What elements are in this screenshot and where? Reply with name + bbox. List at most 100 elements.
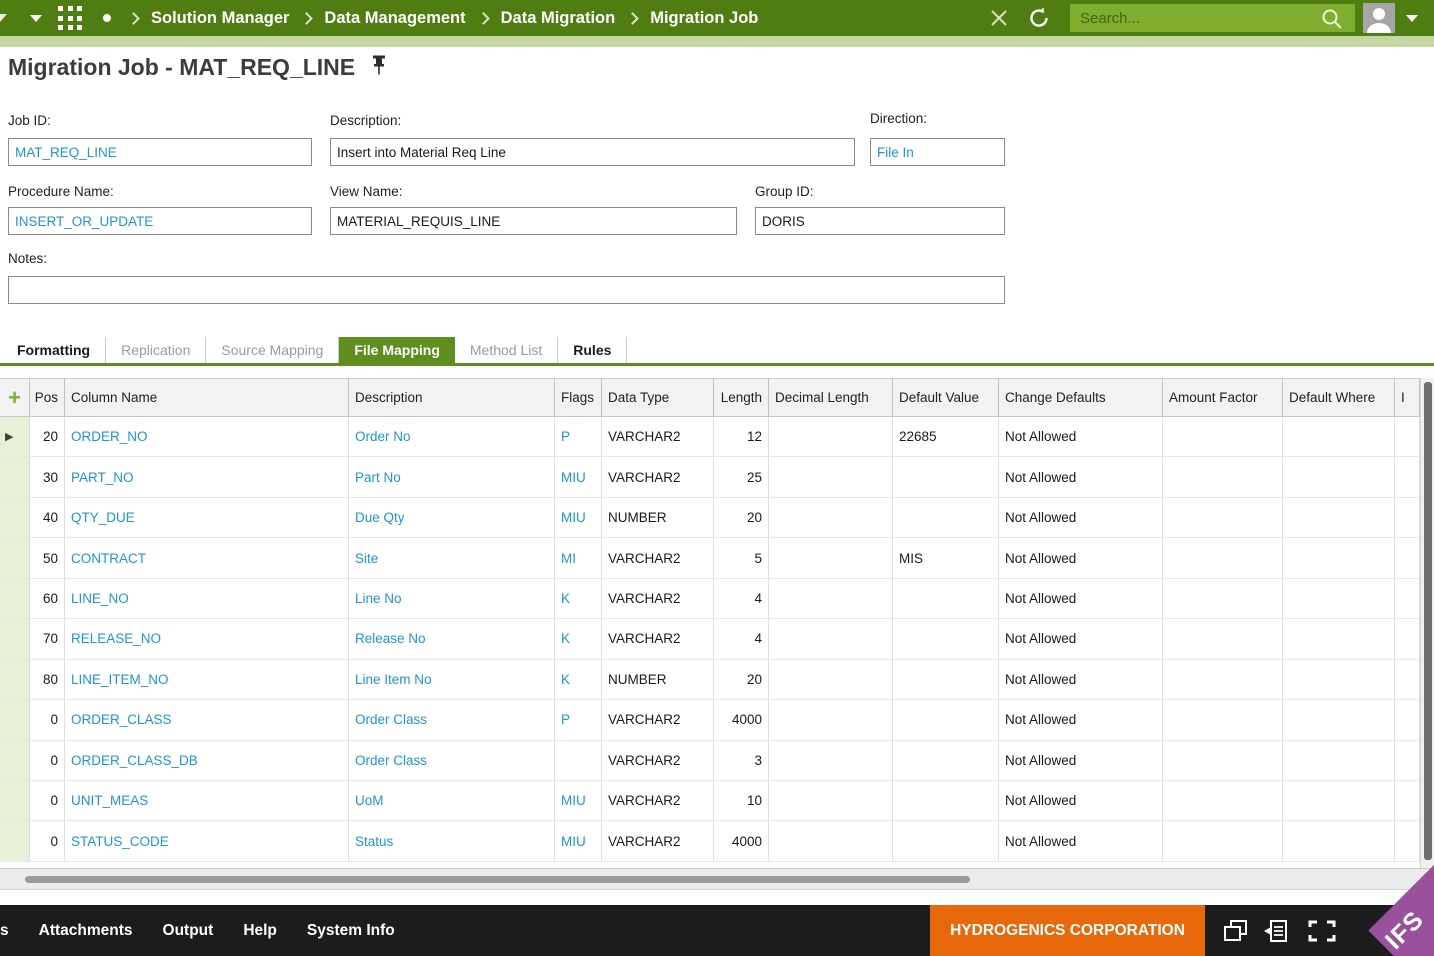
vertical-scrollbar-thumb[interactable] bbox=[1424, 382, 1432, 860]
cell-length[interactable]: 4 bbox=[714, 578, 769, 619]
row-selector[interactable] bbox=[0, 821, 30, 861]
user-menu-caret-icon[interactable] bbox=[1406, 15, 1418, 22]
cell-amount-factor[interactable] bbox=[1163, 417, 1283, 457]
cell-i[interactable] bbox=[1395, 497, 1420, 538]
cell-change-defaults[interactable]: Not Allowed bbox=[999, 659, 1163, 700]
statusbar-item-help[interactable]: Help bbox=[243, 922, 277, 940]
table-row[interactable]: 0 ORDER_CLASS Order Class P VARCHAR2 4000 Not … bbox=[0, 700, 1420, 741]
cell-default-value[interactable] bbox=[893, 780, 999, 821]
tab-formatting[interactable]: Formatting bbox=[2, 337, 107, 363]
table-row[interactable]: 30 PART_NO Part No MIU VARCHAR2 25 Not Allowed bbox=[0, 457, 1420, 498]
cell-default-value[interactable] bbox=[893, 821, 999, 861]
cell-i[interactable] bbox=[1395, 780, 1420, 821]
row-selector[interactable] bbox=[0, 700, 30, 740]
cell-column-name[interactable]: UNIT_MEAS bbox=[65, 780, 349, 821]
cell-description[interactable]: Part No bbox=[349, 457, 555, 497]
table-row[interactable]: 60 LINE_NO Line No K VARCHAR2 4 Not Allowed bbox=[0, 578, 1420, 620]
dropdown-caret-icon[interactable] bbox=[30, 15, 42, 22]
table-row[interactable]: 50 CONTRACT Site MI VARCHAR2 5 MIS Not Allowed bbox=[0, 538, 1420, 579]
cell-flags[interactable]: MIU bbox=[555, 780, 602, 821]
close-icon[interactable] bbox=[988, 7, 1010, 34]
cell-data-type[interactable]: VARCHAR2 bbox=[602, 821, 714, 861]
row-selector[interactable] bbox=[0, 578, 30, 619]
breadcrumb-item[interactable]: Data Migration bbox=[501, 9, 616, 28]
search-icon[interactable] bbox=[1320, 7, 1344, 36]
direction-input[interactable] bbox=[870, 138, 1005, 166]
cell-default-where[interactable] bbox=[1283, 700, 1395, 740]
cell-i[interactable] bbox=[1395, 457, 1420, 497]
cell-default-where[interactable] bbox=[1283, 740, 1395, 780]
cell-data-type[interactable]: NUMBER bbox=[602, 497, 714, 538]
cell-description[interactable]: Order Class bbox=[349, 740, 555, 780]
cell-amount-factor[interactable] bbox=[1163, 780, 1283, 821]
cell-change-defaults[interactable]: Not Allowed bbox=[999, 497, 1163, 538]
cell-amount-factor[interactable] bbox=[1163, 821, 1283, 861]
cell-flags[interactable]: K bbox=[555, 578, 602, 619]
cell-flags[interactable]: K bbox=[555, 659, 602, 700]
cell-amount-factor[interactable] bbox=[1163, 740, 1283, 780]
cell-column-name[interactable]: ORDER_CLASS_DB bbox=[65, 740, 349, 780]
cell-data-type[interactable]: VARCHAR2 bbox=[602, 619, 714, 659]
cell-decimal-length[interactable] bbox=[769, 417, 893, 457]
vertical-scrollbar[interactable] bbox=[1420, 378, 1434, 868]
cell-column-name[interactable]: PART_NO bbox=[65, 457, 349, 497]
cell-amount-factor[interactable] bbox=[1163, 457, 1283, 497]
cell-description[interactable]: Release No bbox=[349, 619, 555, 659]
cell-change-defaults[interactable]: Not Allowed bbox=[999, 457, 1163, 497]
cell-pos[interactable]: 70 bbox=[30, 619, 65, 659]
cell-pos[interactable]: 30 bbox=[30, 457, 65, 497]
cell-description[interactable]: Site bbox=[349, 538, 555, 578]
table-row[interactable]: 40 QTY_DUE Due Qty MIU NUMBER 20 Not Allowed bbox=[0, 497, 1420, 539]
cell-length[interactable]: 20 bbox=[714, 497, 769, 538]
column-header-decimal-length[interactable]: Decimal Length bbox=[769, 379, 893, 416]
job-id-input[interactable] bbox=[8, 138, 312, 166]
statusbar-item-system-info[interactable]: System Info bbox=[307, 922, 395, 940]
horizontal-scrollbar-thumb[interactable] bbox=[25, 876, 970, 883]
procedure-name-input[interactable] bbox=[8, 207, 312, 235]
cell-length[interactable]: 5 bbox=[714, 538, 769, 578]
cell-length[interactable]: 4 bbox=[714, 619, 769, 659]
cell-amount-factor[interactable] bbox=[1163, 538, 1283, 578]
cell-default-value[interactable] bbox=[893, 700, 999, 740]
cell-default-value[interactable]: MIS bbox=[893, 538, 999, 578]
cell-flags[interactable]: MIU bbox=[555, 497, 602, 538]
row-selector[interactable]: ▶ bbox=[0, 417, 30, 457]
cell-description[interactable]: Line No bbox=[349, 578, 555, 619]
description-input[interactable] bbox=[330, 138, 855, 166]
tab-rules[interactable]: Rules bbox=[558, 337, 628, 363]
cell-data-type[interactable]: VARCHAR2 bbox=[602, 700, 714, 740]
group-id-input[interactable] bbox=[755, 207, 1005, 235]
row-selector[interactable] bbox=[0, 659, 30, 700]
cell-decimal-length[interactable] bbox=[769, 821, 893, 861]
cell-decimal-length[interactable] bbox=[769, 700, 893, 740]
cell-column-name[interactable]: QTY_DUE bbox=[65, 497, 349, 538]
row-selector[interactable] bbox=[0, 780, 30, 821]
cell-default-where[interactable] bbox=[1283, 417, 1395, 457]
cell-data-type[interactable]: VARCHAR2 bbox=[602, 578, 714, 619]
cell-default-where[interactable] bbox=[1283, 457, 1395, 497]
cell-data-type[interactable]: VARCHAR2 bbox=[602, 780, 714, 821]
cell-default-where[interactable] bbox=[1283, 619, 1395, 659]
user-avatar-icon[interactable] bbox=[1363, 3, 1395, 33]
cell-change-defaults[interactable]: Not Allowed bbox=[999, 700, 1163, 740]
cell-length[interactable]: 20 bbox=[714, 659, 769, 700]
output-list-icon[interactable] bbox=[1262, 918, 1290, 949]
cell-amount-factor[interactable] bbox=[1163, 578, 1283, 619]
cell-length[interactable]: 4000 bbox=[714, 821, 769, 861]
cell-length[interactable]: 4000 bbox=[714, 700, 769, 740]
cell-i[interactable] bbox=[1395, 619, 1420, 659]
cell-decimal-length[interactable] bbox=[769, 457, 893, 497]
row-selector[interactable] bbox=[0, 457, 30, 497]
cell-decimal-length[interactable] bbox=[769, 659, 893, 700]
column-header-column-name[interactable]: Column Name bbox=[65, 379, 349, 416]
cell-description[interactable]: Line Item No bbox=[349, 659, 555, 700]
cell-change-defaults[interactable]: Not Allowed bbox=[999, 821, 1163, 861]
cell-description[interactable]: Order No bbox=[349, 417, 555, 457]
view-name-input[interactable] bbox=[330, 207, 737, 235]
cell-decimal-length[interactable] bbox=[769, 538, 893, 578]
cell-default-where[interactable] bbox=[1283, 497, 1395, 538]
cell-default-value[interactable] bbox=[893, 497, 999, 538]
cell-flags[interactable]: K bbox=[555, 619, 602, 659]
cell-change-defaults[interactable]: Not Allowed bbox=[999, 619, 1163, 659]
tab-source-mapping[interactable]: Source Mapping bbox=[206, 337, 340, 363]
